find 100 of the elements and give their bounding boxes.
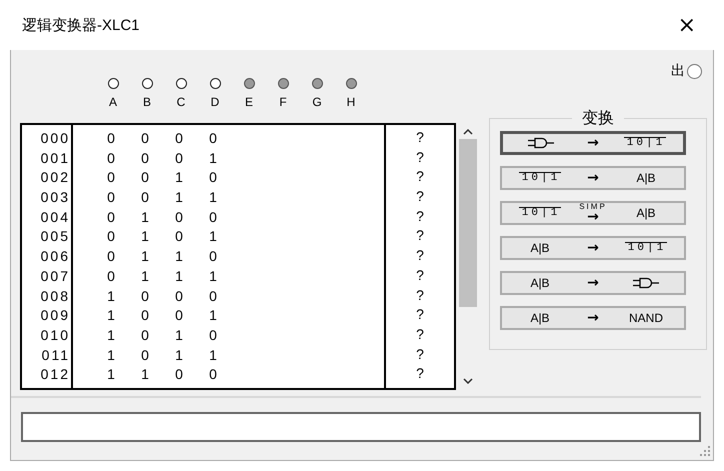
table-cell-text: 0 xyxy=(106,208,116,227)
input-terminal[interactable] xyxy=(210,78,220,89)
input-terminal[interactable] xyxy=(312,78,322,89)
table-cell-text: 0 xyxy=(140,148,150,168)
conversion-button[interactable]: A|B → NAND xyxy=(500,306,686,330)
table-cell-text: 0 xyxy=(106,168,116,188)
conversion-button[interactable]: → 10|1 xyxy=(500,131,686,155)
arrow-label: → xyxy=(587,211,599,223)
output-cell[interactable]: ? xyxy=(416,326,424,346)
truth-table-label: 10|1 xyxy=(624,137,666,149)
gate-icon xyxy=(633,277,659,289)
table-cell-text: 1 xyxy=(140,227,150,246)
expression-label: A|B xyxy=(530,276,550,290)
row-number: 009 xyxy=(40,306,70,326)
table-cell-text: 0 xyxy=(208,326,218,345)
row-number: 007 xyxy=(40,266,70,286)
table-cell-text: 1 xyxy=(106,286,116,306)
row-number: 010 xyxy=(40,326,70,345)
row-number: 012 xyxy=(40,365,70,384)
output-cell[interactable]: ? xyxy=(416,306,424,326)
output-cell[interactable]: ? xyxy=(416,168,424,188)
conversion-button[interactable]: 10|1 → A|B xyxy=(500,166,686,190)
table-cell-text: 0 xyxy=(106,148,116,168)
output-cell[interactable]: ? xyxy=(416,208,424,228)
output-cell[interactable]: ? xyxy=(416,188,424,208)
output-cell[interactable]: ? xyxy=(416,365,424,385)
scroll-up-icon[interactable] xyxy=(463,129,473,135)
table-cell-text: 0 xyxy=(140,129,150,148)
table-cell-text: 0 xyxy=(140,188,150,208)
table-cell-text: 0 xyxy=(174,129,184,148)
input-label: G xyxy=(312,95,322,109)
table-cell-text: 1 xyxy=(106,365,116,384)
arrow-label: SIMP xyxy=(579,203,607,211)
conversion-button[interactable]: A|B → 10|1 xyxy=(500,236,686,260)
table-cell-text: 0 xyxy=(174,365,184,384)
arrow-label: → xyxy=(587,172,599,184)
table-cell-text: 0 xyxy=(208,208,218,227)
conversion-button[interactable]: 10|1 SIMP → A|B xyxy=(500,201,686,225)
table-cell-text: 1 xyxy=(140,247,150,266)
resize-grip-icon[interactable] xyxy=(700,446,711,457)
table-cell-text: 1 xyxy=(208,188,218,208)
table-cell-text: 1 xyxy=(208,306,218,326)
table-cell-text: 0 xyxy=(106,247,116,266)
table-cell-text: 0 xyxy=(174,148,184,168)
input-label: C xyxy=(176,95,186,109)
scrollbar-thumb[interactable] xyxy=(459,139,477,307)
output-cell[interactable]: ? xyxy=(416,346,424,366)
nand-label: NAND xyxy=(628,311,663,325)
expression-label: A|B xyxy=(530,311,550,325)
table-cell-text: 1 xyxy=(174,188,184,208)
table-cell-text: 0 xyxy=(106,129,116,148)
input-terminal[interactable] xyxy=(108,78,118,89)
arrow-label: → xyxy=(587,277,599,289)
table-cell-text: 1 xyxy=(140,266,150,286)
table-cell-text: 0 xyxy=(140,306,150,326)
expression-field[interactable] xyxy=(21,412,701,442)
row-number: 004 xyxy=(40,208,70,227)
input-terminal[interactable] xyxy=(244,78,254,89)
output-cell[interactable]: ? xyxy=(416,286,424,306)
expression-label: A|B xyxy=(636,206,656,220)
expression-label: A|B xyxy=(530,241,550,255)
table-cell-text: 1 xyxy=(106,326,116,345)
table-cell-text: 1 xyxy=(140,365,150,384)
input-label: E xyxy=(244,95,253,109)
table-cell-text: 0 xyxy=(106,227,116,246)
output-terminal[interactable] xyxy=(687,64,702,78)
table-cell-text: 1 xyxy=(140,208,150,227)
table-cell-text: 0 xyxy=(174,208,184,227)
table-cell-text: 1 xyxy=(106,306,116,326)
table-cell-text: 1 xyxy=(174,266,184,286)
table-cell-text: 1 xyxy=(174,346,184,365)
input-terminal[interactable] xyxy=(142,78,152,89)
arrow-label: → xyxy=(587,137,599,149)
output-cell[interactable]: ? xyxy=(416,227,424,248)
output-cell[interactable]: ? xyxy=(416,266,424,286)
table-cell-text: 1 xyxy=(208,266,218,286)
input-label: D xyxy=(210,95,220,109)
truth-table-label: 10|1 xyxy=(518,207,562,219)
truth-table-label: 10|1 xyxy=(518,172,562,184)
input-terminal[interactable] xyxy=(176,78,186,89)
table-cell-text: 0 xyxy=(174,227,184,246)
scroll-down-icon[interactable] xyxy=(463,378,473,384)
row-number: 002 xyxy=(40,168,70,188)
input-terminal[interactable] xyxy=(346,78,356,89)
output-cell[interactable]: ? xyxy=(416,148,424,168)
table-cell-text: 0 xyxy=(208,247,218,266)
table-cell-text: 0 xyxy=(208,168,218,188)
table-cell-text: 0 xyxy=(106,188,116,208)
table-cell-text: 1 xyxy=(208,227,218,246)
table-cell-text: 0 xyxy=(140,286,150,306)
row-number: 001 xyxy=(40,148,70,168)
output-label: 出 xyxy=(671,62,685,80)
input-terminal[interactable] xyxy=(278,78,288,89)
table-cell-text: 1 xyxy=(208,346,218,365)
group-title: 变换 xyxy=(581,108,615,129)
input-label: H xyxy=(346,95,356,109)
close-button[interactable]: × xyxy=(674,12,700,38)
output-cell[interactable]: ? xyxy=(416,129,424,149)
conversion-button[interactable]: A|B → xyxy=(500,271,686,295)
output-cell[interactable]: ? xyxy=(416,247,424,267)
